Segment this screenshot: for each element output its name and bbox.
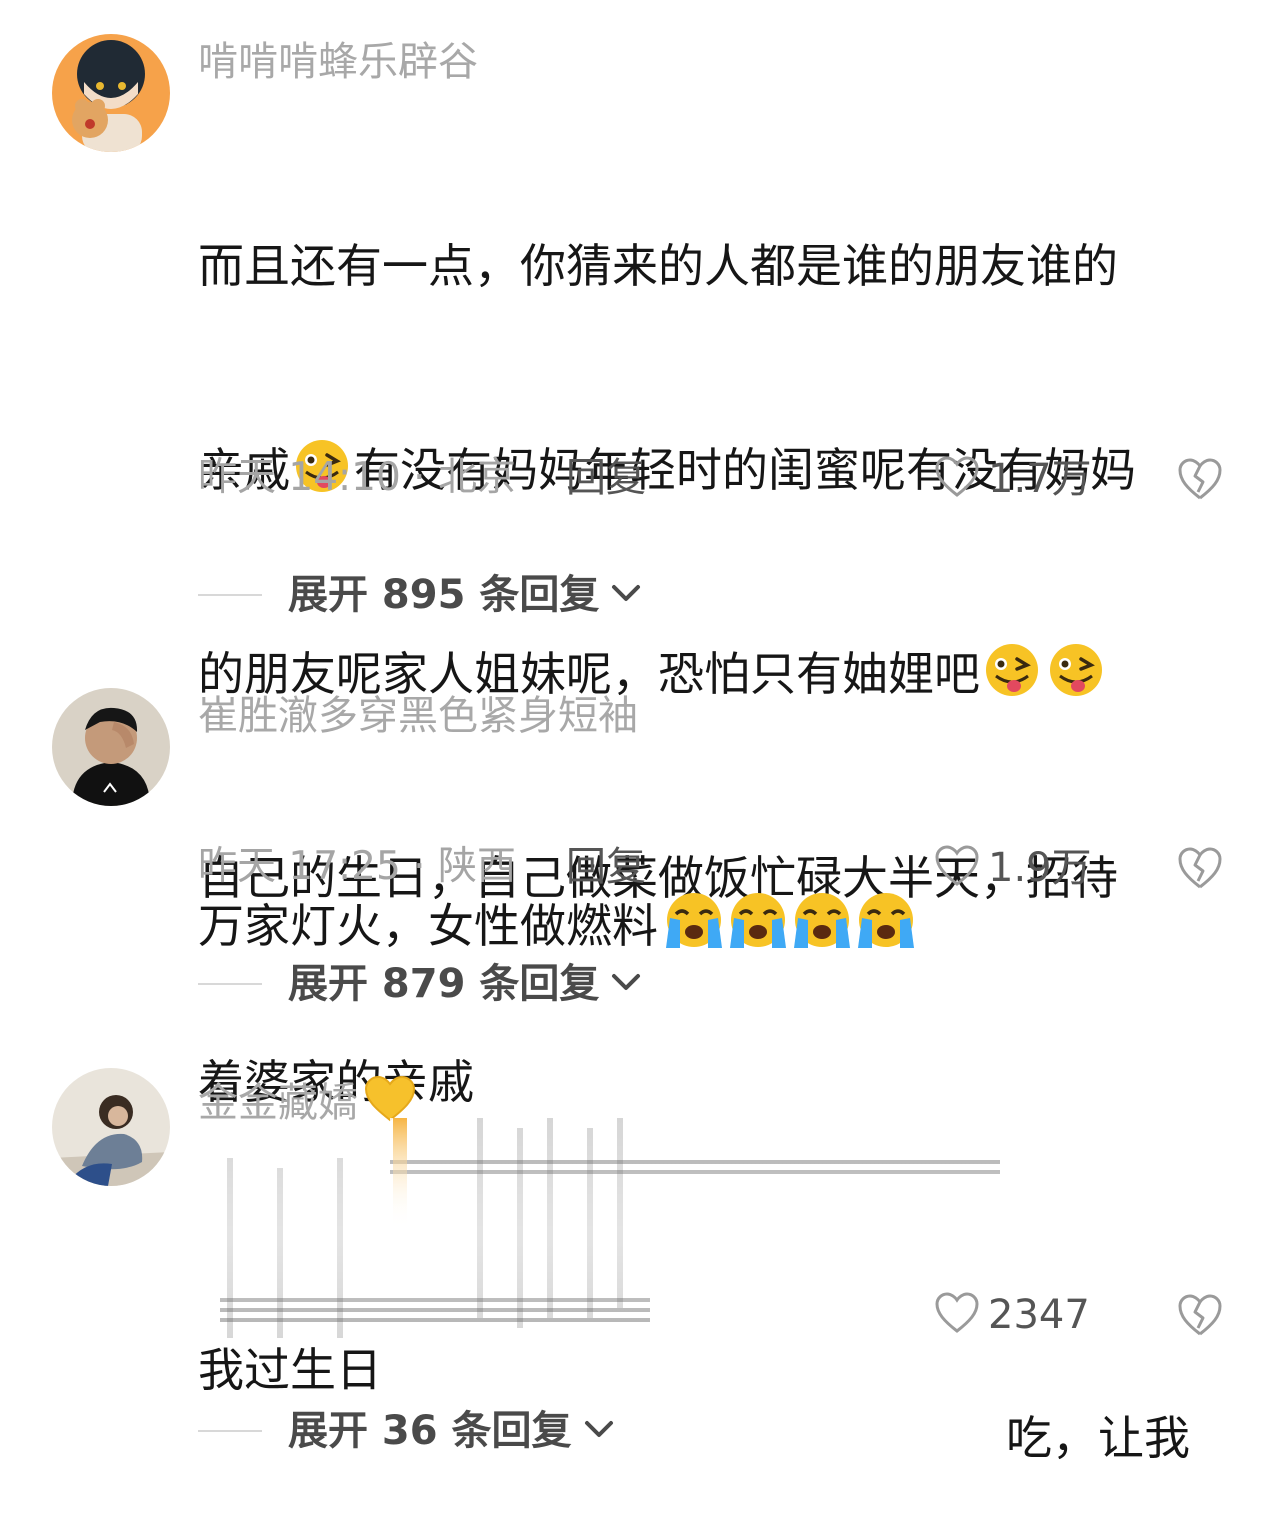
comment-time-location: 昨天 17:25 · 陕西 (198, 844, 516, 889)
avatar[interactable] (52, 34, 170, 152)
winking-tongue-emoji-icon (980, 642, 1044, 698)
avatar[interactable] (52, 688, 170, 806)
expand-replies-button[interactable]: 展开 895 条回复 (198, 570, 643, 620)
chevron-down-icon (609, 581, 643, 609)
heart-icon (934, 844, 980, 892)
loudly-crying-emoji-icon (786, 890, 850, 948)
comment-time-location: 昨天 14:10 · 北京 (198, 455, 516, 500)
expand-replies-button[interactable]: 展开 879 条回复 (198, 959, 643, 1009)
heart-icon (934, 1291, 980, 1339)
like-button[interactable]: 1.7万 (934, 454, 1134, 504)
reply-button[interactable]: 回复 (566, 847, 646, 887)
divider-line (198, 1430, 262, 1432)
loudly-crying-emoji-icon (850, 890, 914, 948)
reply-button[interactable]: 回复 (566, 458, 646, 498)
expand-replies-label: 展开 36 条回复 (288, 1408, 572, 1454)
broken-heart-icon (1176, 458, 1224, 506)
dislike-button[interactable] (1176, 456, 1226, 506)
like-button[interactable]: 2347 (934, 1290, 1134, 1340)
divider-line (198, 983, 262, 985)
dislike-button[interactable] (1176, 845, 1226, 895)
heart-icon (934, 455, 980, 503)
like-button[interactable]: 1.9万 (934, 843, 1134, 893)
comment-text: 万家灯火，女性做燃料 (198, 754, 1228, 1096)
loudly-crying-emoji-icon (722, 890, 786, 948)
expand-replies-button[interactable]: 展开 36 条回复 (198, 1406, 616, 1456)
avatar[interactable] (52, 1068, 170, 1186)
winking-tongue-emoji-icon (1044, 642, 1108, 698)
like-count: 2347 (988, 1292, 1090, 1338)
username[interactable]: 啃啃啃蜂乐辟谷 (198, 42, 478, 82)
comment-text-line: 而且还有一点，你猜来的人都是谁的朋友谁的 (198, 239, 1118, 293)
username[interactable]: 崔胜澈多穿黑色紧身短袖 (198, 696, 638, 736)
like-count: 1.7万 (988, 456, 1092, 502)
loudly-crying-emoji-icon (658, 890, 722, 948)
divider-line (198, 594, 262, 596)
broken-heart-icon (1176, 847, 1224, 895)
expand-replies-label: 展开 895 条回复 (288, 572, 600, 618)
like-count: 1.9万 (988, 845, 1092, 891)
username[interactable]: 金金藏嬌 (198, 1074, 418, 1131)
broken-heart-icon (1176, 1294, 1224, 1342)
chevron-down-icon (609, 970, 643, 998)
expand-replies-label: 展开 879 条回复 (288, 961, 600, 1007)
comment-text-line: 万家灯火，女性做燃料 (198, 890, 1228, 960)
chevron-down-icon (582, 1417, 616, 1445)
yellow-heart-icon (362, 1074, 418, 1131)
dislike-button[interactable] (1176, 1292, 1226, 1342)
